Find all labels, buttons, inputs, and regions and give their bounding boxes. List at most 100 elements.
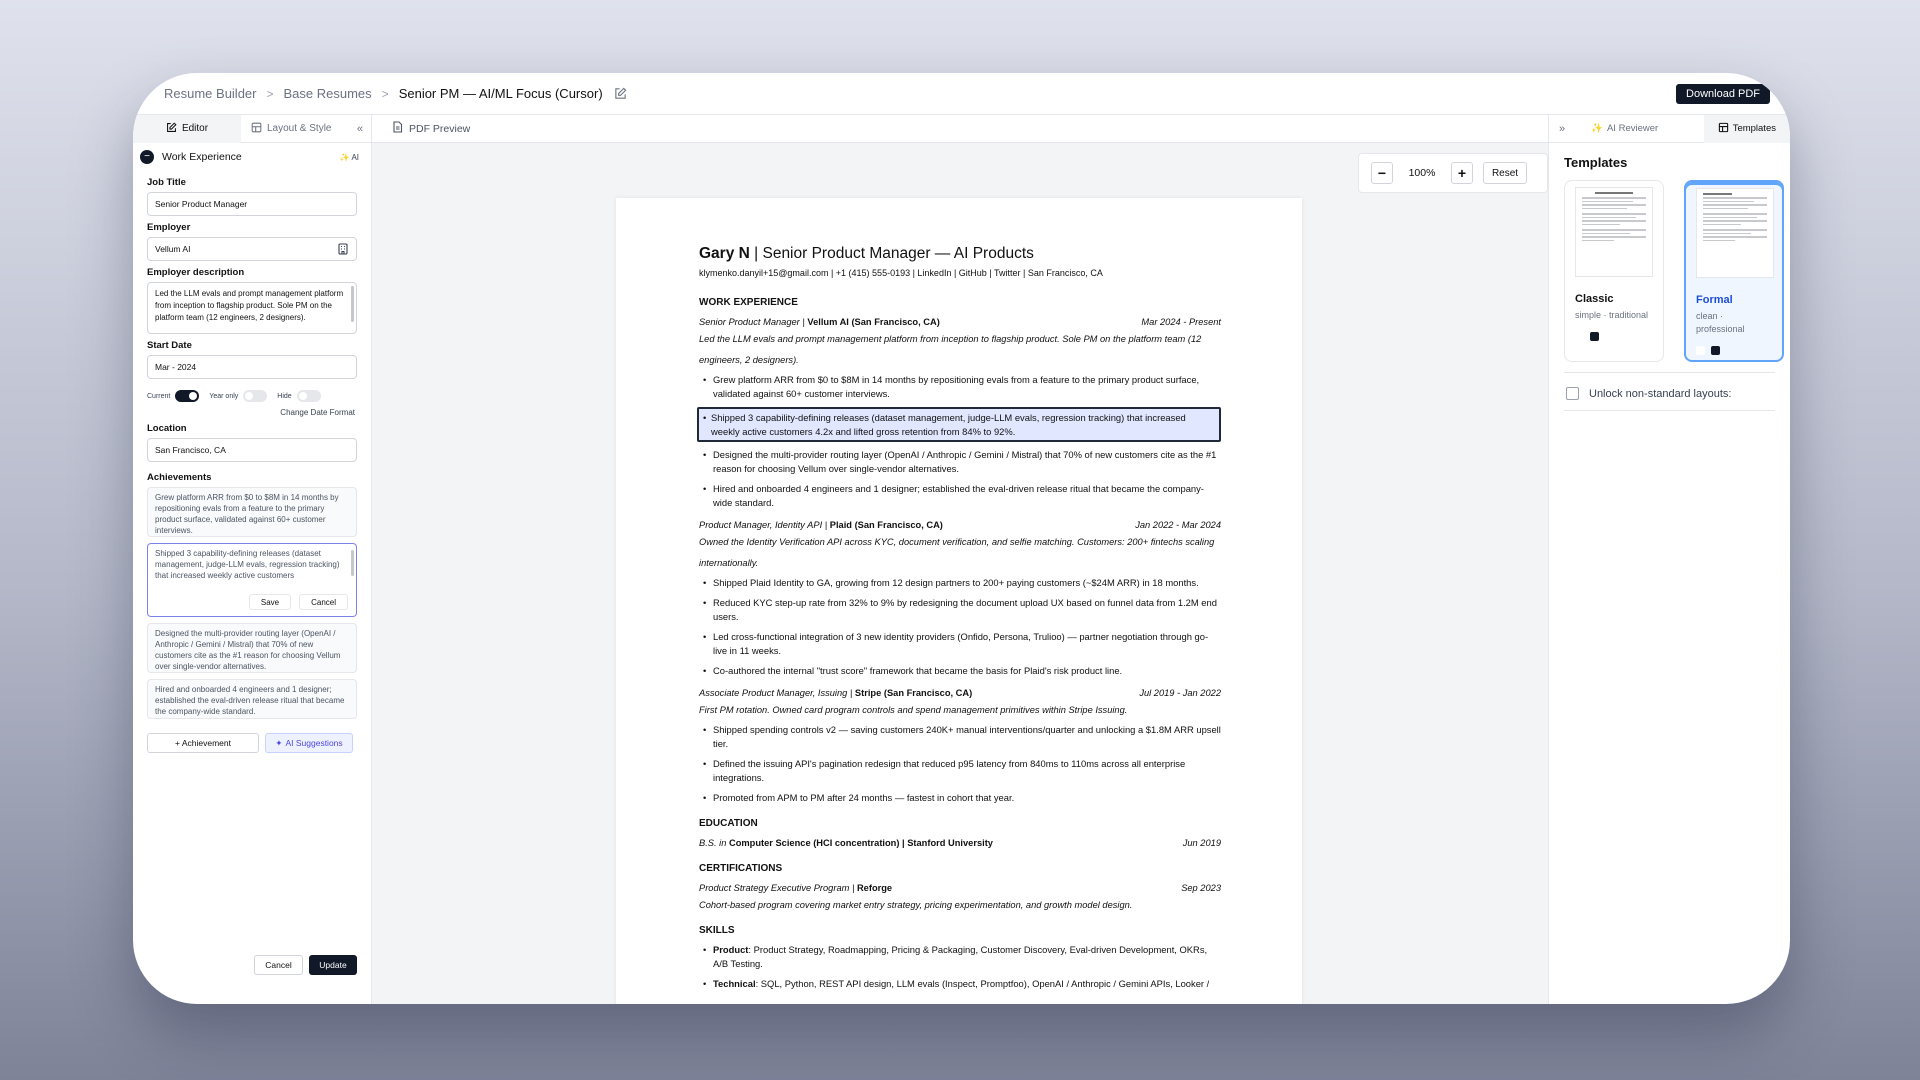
achievement-item[interactable]: Hired and onboarded 4 engineers and 1 de… [147, 679, 357, 719]
cert-date: Sep 2023 [1181, 883, 1221, 893]
tab-templates[interactable]: Templates [1703, 114, 1790, 143]
cert-description: Cohort-based program covering market ent… [699, 900, 1133, 910]
collapse-section-icon[interactable]: − [140, 150, 154, 164]
resume-bullet[interactable]: Defined the issuing API's pagination red… [699, 757, 1221, 785]
toggle-year-only-label: Year only [209, 392, 239, 400]
tab-layout-label: Layout & Style [267, 123, 332, 134]
zoom-in-button[interactable]: + [1451, 162, 1473, 184]
template-name: Formal [1696, 294, 1733, 306]
achievement-item[interactable]: Grew platform ARR from $0 to $8M in 14 m… [147, 487, 357, 537]
employer-input[interactable]: Vellum AI [147, 237, 357, 261]
skill-item[interactable]: Product: Product Strategy, Roadmapping, … [699, 943, 1221, 971]
page-title: Senior PM — AI/ML Focus (Cursor) [398, 86, 603, 101]
grid-icon [1718, 122, 1729, 136]
zoom-out-button[interactable]: − [1371, 162, 1393, 184]
job-role: Associate Product Manager, Issuing [699, 688, 848, 698]
skill-category: Technical [713, 978, 756, 989]
tab-pdf-preview[interactable]: PDF Preview [372, 115, 1548, 143]
breadcrumb-base-resumes[interactable]: Base Resumes [284, 86, 372, 101]
resume-bullet-highlighted[interactable]: Shipped 3 capability-defining releases (… [697, 407, 1221, 442]
edu-date: Jun 2019 [1182, 838, 1221, 848]
breadcrumb-separator: > [381, 86, 389, 101]
download-pdf-button[interactable]: Download PDF [1676, 84, 1770, 104]
toggle-current-label: Current [147, 392, 171, 400]
job-role: Senior Product Manager [699, 317, 800, 327]
job-description: First PM rotation. Owned card program co… [699, 705, 1128, 715]
achievement-edit-text[interactable]: Shipped 3 capability-defining releases (… [155, 548, 349, 582]
employer-value: Vellum AI [155, 244, 191, 254]
resume-bullet[interactable]: Reduced KYC step-up rate from 32% to 9% … [699, 596, 1221, 624]
update-button[interactable]: Update [309, 955, 357, 975]
template-card-formal[interactable]: Formal clean · professional [1684, 180, 1784, 362]
employer-label: Employer [147, 222, 191, 233]
employer-desc-textarea[interactable]: Led the LLM evals and prompt management … [147, 282, 357, 334]
skills-list: Product: Product Strategy, Roadmapping, … [699, 943, 1221, 991]
ai-assist-button[interactable]: ✨ AI [339, 153, 359, 162]
resume-bullet[interactable]: Hired and onboarded 4 engineers and 1 de… [699, 482, 1221, 510]
skill-category: Product [713, 944, 749, 955]
achievement-buttons: + Achievement ✦ AI Suggestions [147, 733, 357, 753]
app-window: Resume Builder > Base Resumes > Senior P… [133, 73, 1790, 1004]
template-desc: simple · traditional [1575, 310, 1649, 320]
resume-bullet[interactable]: Shipped Plaid Identity to GA, growing fr… [699, 576, 1221, 590]
building-icon[interactable] [337, 243, 349, 257]
change-date-format-link[interactable]: Change Date Format [147, 408, 355, 417]
resume-bullet[interactable]: Designed the multi-provider routing laye… [699, 448, 1221, 476]
resume-bullet[interactable]: Promoted from APM to PM after 24 months … [699, 791, 1221, 805]
swatch-dark[interactable] [1711, 346, 1720, 355]
date-toggles: Current Year only Hide [147, 390, 357, 402]
resume-bullet[interactable]: Grew platform ARR from $0 to $8M in 14 m… [699, 373, 1221, 401]
add-achievement-button[interactable]: + Achievement [147, 733, 259, 753]
collapse-left-icon[interactable]: « [357, 123, 363, 135]
cancel-button[interactable]: Cancel [299, 594, 348, 610]
resume-contact: klymenko.danyil+15@gmail.com | +1 (415) … [699, 268, 1103, 278]
swatch-dark[interactable] [1590, 332, 1599, 341]
swatch-white[interactable] [1575, 332, 1584, 341]
template-desc: clean · professional [1696, 311, 1745, 334]
divider [1564, 372, 1775, 373]
reset-zoom-button[interactable]: Reset [1483, 162, 1527, 184]
section-heading: WORK EXPERIENCE [699, 297, 798, 308]
resume-bullet[interactable]: Shipped spending controls v2 — saving cu… [699, 723, 1221, 751]
expand-right-icon[interactable]: » [1559, 123, 1565, 135]
tab-layout-style[interactable]: Layout & Style [241, 115, 341, 143]
job-bullets: Shipped Plaid Identity to GA, growing fr… [699, 576, 1221, 678]
resume-bullet[interactable]: Led cross-functional integration of 3 ne… [699, 630, 1221, 658]
preview-panel: PDF Preview Gary N | Senior Product Mana… [372, 115, 1548, 1004]
start-date-input[interactable]: Mar - 2024 [147, 355, 357, 379]
sparkle-icon: ✨ [1591, 123, 1603, 134]
employer-desc-label: Employer description [147, 267, 245, 278]
edit-icon[interactable] [614, 87, 627, 100]
template-card-classic[interactable]: Classic simple · traditional [1564, 180, 1664, 362]
start-date-label: Start Date [147, 340, 192, 351]
toggle-hide[interactable] [296, 390, 321, 402]
location-input[interactable]: San Francisco, CA [147, 438, 357, 462]
toggle-hide-label: Hide [277, 392, 292, 400]
section-heading: SKILLS [699, 925, 735, 936]
tab-ai-reviewer[interactable]: ✨ AI Reviewer [1577, 115, 1672, 143]
ai-suggestions-button[interactable]: ✦ AI Suggestions [265, 733, 353, 753]
scrollbar[interactable] [351, 550, 354, 576]
achievement-item[interactable]: Designed the multi-provider routing laye… [147, 623, 357, 673]
tab-editor[interactable]: Editor [133, 114, 241, 143]
scrollbar[interactable] [351, 286, 354, 322]
template-thumbnail [1575, 187, 1653, 277]
breadcrumb-resume-builder[interactable]: Resume Builder [164, 86, 257, 101]
toggle-current[interactable] [175, 390, 200, 402]
skill-item[interactable]: Technical: SQL, Python, REST API design,… [699, 977, 1221, 991]
education-line: B.S. in Computer Science (HCI concentrat… [699, 836, 1221, 850]
swatch-white[interactable] [1696, 346, 1705, 355]
left-tabs: Editor Layout & Style « [133, 114, 371, 143]
section-header: − Work Experience ✨ AI [133, 143, 371, 171]
achievement-editor[interactable]: Shipped 3 capability-defining releases (… [147, 543, 357, 617]
unlock-layouts-checkbox[interactable] [1566, 387, 1579, 400]
save-button[interactable]: Save [248, 594, 292, 610]
toggle-year-only[interactable] [243, 390, 268, 402]
job-company: Stripe (San Francisco, CA) [854, 688, 973, 698]
resume-bullet[interactable]: Co-authored the internal "trust score" f… [699, 664, 1221, 678]
cert-line: Product Strategy Executive Program | Ref… [699, 883, 1221, 893]
job-title-input[interactable]: Senior Product Manager [147, 192, 357, 216]
section-heading: CERTIFICATIONS [699, 863, 783, 874]
footer-cancel-button[interactable]: Cancel [254, 955, 303, 975]
tab-ai-reviewer-label: AI Reviewer [1606, 123, 1659, 134]
